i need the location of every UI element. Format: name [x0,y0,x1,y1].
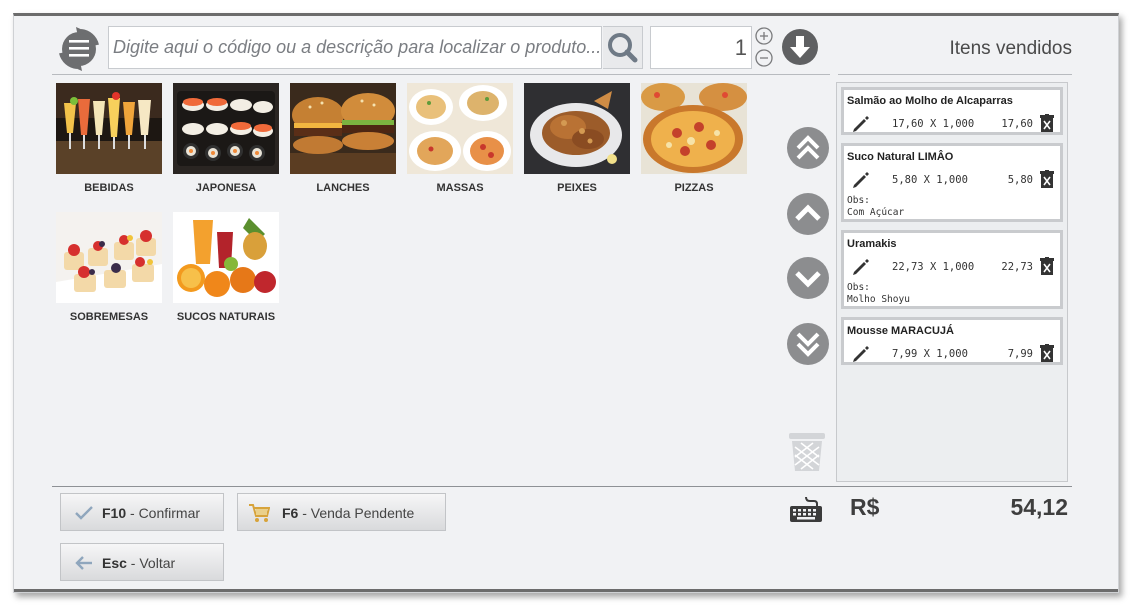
divider [52,486,1072,487]
pencil-icon[interactable] [851,114,871,134]
pizza-photo-icon [641,83,747,174]
category-sobremesas[interactable]: SOBREMESAS [56,212,162,323]
checkmark-icon [75,506,93,520]
drinks-photo-icon [56,83,162,174]
search-icon [608,33,638,63]
pending-sale-button[interactable]: F6 - Venda Pendente [237,493,446,531]
sold-item[interactable]: Mousse MARACUJÁ 7,99 X 1,000 7,99 [841,317,1063,365]
category-lanches[interactable]: LANCHES [290,83,396,194]
item-total: 22,73 [1001,261,1033,273]
category-sucos-naturais[interactable]: SUCOS NATURAIS [173,212,279,323]
dessert-photo-icon [56,212,162,303]
item-calc: 17,60 X 1,000 [892,118,975,130]
obs-value: Molho Shoyu [847,294,910,305]
search-input[interactable] [111,27,601,68]
search-box [108,26,602,69]
item-name: Mousse MARACUJÁ [847,325,954,337]
window-border [14,589,1118,592]
arrow-left-icon [75,556,92,570]
category-massas[interactable]: MASSAS [407,83,513,194]
item-name: Uramakis [847,238,897,250]
category-label: SOBREMESAS [69,311,149,323]
cart-icon [249,504,270,522]
category-label: PIZZAS [674,182,714,194]
item-total: 17,60 [1001,118,1033,130]
divider [52,74,830,75]
category-label: JAPONESA [195,182,257,194]
fish-photo-icon [524,83,630,174]
chevron-up-icon[interactable] [786,192,830,236]
pasta-photo-icon [407,83,513,174]
pos-window: Itens vendidos BEBIDAS [13,13,1119,593]
category-peixes[interactable]: PEIXES [524,83,630,194]
category-pizzas[interactable]: PIZZAS [641,83,747,194]
grand-total: 54,12 [1010,494,1068,520]
pencil-icon[interactable] [851,257,871,277]
sold-items-title: Itens vendidos [949,38,1072,59]
category-label: BEBIDAS [84,182,134,194]
sold-item[interactable]: Salmão ao Molho de Alcaparras 17,60 X 1,… [841,87,1063,135]
item-calc: 5,80 X 1,000 [892,174,968,186]
item-calc: 7,99 X 1,000 [892,348,968,360]
divider [838,74,1072,75]
item-name: Suco Natural LIMÂO [847,151,954,163]
back-label: Esc - Voltar [102,555,176,571]
obs-label: Obs: [847,282,870,293]
category-japonesa[interactable]: JAPONESA [173,83,279,194]
item-total: 5,80 [1007,174,1033,186]
plus-icon[interactable] [755,27,773,45]
arrow-down-circle-icon[interactable] [781,28,819,66]
sushi-photo-icon [173,83,279,174]
search-button[interactable] [603,26,643,69]
pencil-icon[interactable] [851,170,871,190]
obs-label: Obs: [847,195,870,206]
category-label: MASSAS [436,182,484,194]
delete-icon[interactable] [1040,114,1054,132]
obs-value: Com Açúcar [847,207,905,218]
category-label: LANCHES [316,182,370,194]
juice-photo-icon [173,212,279,303]
item-name: Salmão ao Molho de Alcaparras [847,95,1013,107]
confirm-button[interactable]: F10 - Confirmar [60,493,224,531]
item-calc: 22,73 X 1,000 [892,261,975,273]
currency-label: R$ [850,494,880,520]
trash-can-icon[interactable] [785,429,829,473]
chevron-down-icon[interactable] [786,256,830,300]
confirm-label: F10 - Confirmar [102,505,201,521]
category-label: SUCOS NATURAIS [176,311,276,323]
back-button[interactable]: Esc - Voltar [60,543,224,581]
swap-arrows-icon[interactable] [54,19,104,75]
quantity-box [650,26,752,69]
double-chevron-down-icon[interactable] [786,322,830,366]
delete-icon[interactable] [1040,257,1054,275]
delete-icon[interactable] [1040,170,1054,188]
category-bebidas[interactable]: BEBIDAS [56,83,162,194]
delete-icon[interactable] [1040,344,1054,362]
item-total: 7,99 [1007,348,1033,360]
burger-photo-icon [290,83,396,174]
sold-item[interactable]: Suco Natural LIMÂO 5,80 X 1,000 5,80 Obs… [841,143,1063,222]
double-chevron-up-icon[interactable] [786,126,830,170]
quantity-input[interactable] [651,27,751,68]
minus-icon[interactable] [755,49,773,67]
category-label: PEIXES [557,182,597,194]
pending-sale-label: F6 - Venda Pendente [282,505,415,521]
pencil-icon[interactable] [851,344,871,364]
sold-items-panel: Salmão ao Molho de Alcaparras 17,60 X 1,… [836,82,1068,482]
sold-item[interactable]: Uramakis 22,73 X 1,000 22,73 Obs: Molho … [841,230,1063,309]
keyboard-icon[interactable] [789,495,823,523]
